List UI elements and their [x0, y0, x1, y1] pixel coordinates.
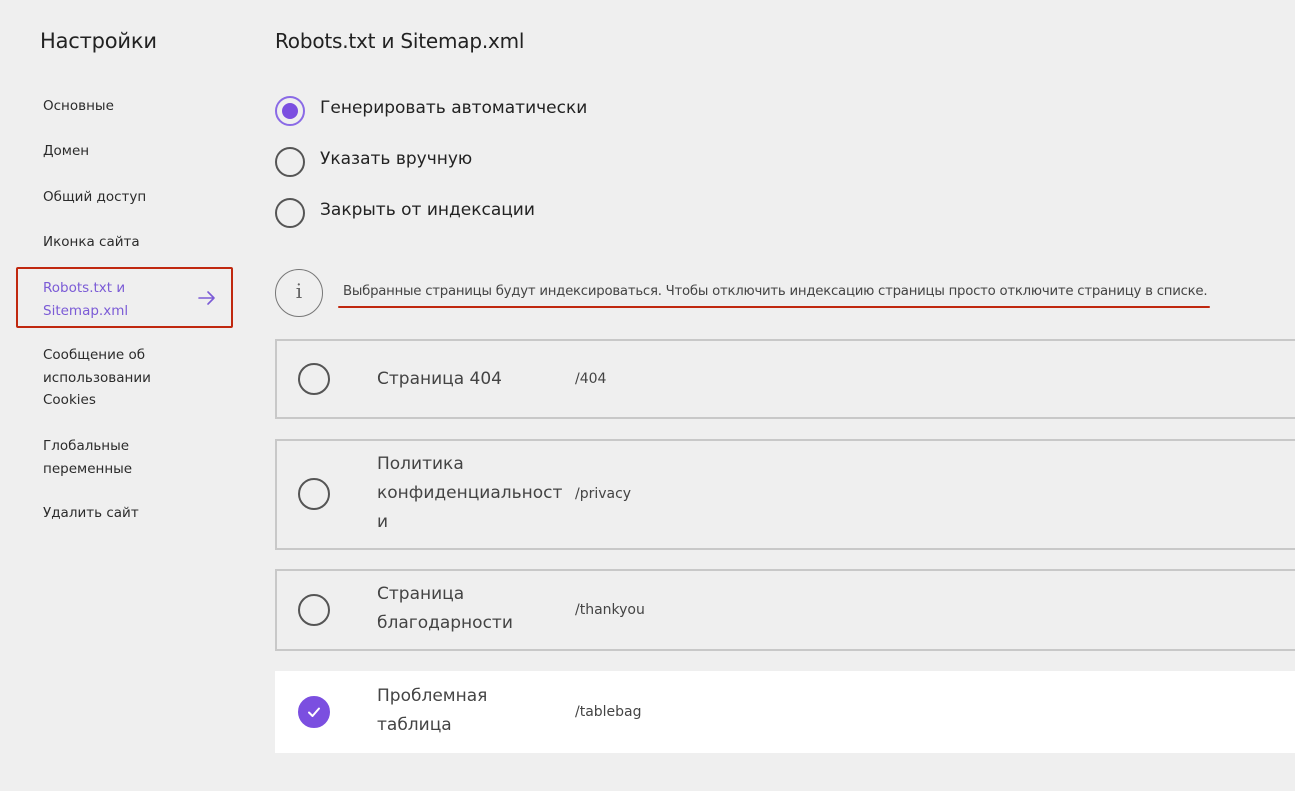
page-toggle[interactable] — [298, 696, 330, 728]
page-title-text: Проблемная таблица — [377, 686, 488, 735]
page-toggle[interactable] — [298, 478, 330, 510]
info-icon: i — [275, 269, 323, 317]
page-card-404: Страница 404 /404 — [275, 339, 1295, 419]
sidebar: Настройки Основные Домен Общий доступ Ик… — [0, 0, 250, 791]
info-underline — [338, 306, 1210, 308]
page-path: /404 — [575, 371, 607, 387]
active-item-highlight — [16, 267, 233, 328]
page-card-privacy: Политика конфиденциальност и /privacy — [275, 439, 1295, 550]
sidebar-item-basic[interactable]: Основные — [43, 95, 218, 118]
sidebar-item-global-vars[interactable]: Глобальные переменные — [43, 435, 143, 480]
page-card-thankyou: Страница благодарности /thankyou — [275, 569, 1295, 651]
sidebar-title: Настройки — [40, 29, 157, 53]
page-path: /privacy — [575, 486, 632, 502]
sidebar-item-domain[interactable]: Домен — [43, 140, 218, 163]
page-toggle[interactable] — [298, 594, 330, 626]
radio-button[interactable] — [275, 198, 305, 228]
radio-label: Закрыть от индексации — [320, 200, 535, 220]
page-title-text: Страница благодарности — [377, 584, 513, 633]
page-title-text: Политика конфиденциальност и — [377, 454, 563, 532]
radio-label: Указать вручную — [320, 149, 473, 169]
page-path: /thankyou — [575, 602, 645, 618]
radio-label: Генерировать автоматически — [320, 98, 588, 118]
page-toggle[interactable] — [298, 363, 330, 395]
sidebar-item-site-icon[interactable]: Иконка сайта — [43, 231, 218, 254]
sidebar-item-delete-site[interactable]: Удалить сайт — [43, 502, 218, 525]
checkmark-icon — [308, 707, 320, 717]
page-path: /tablebag — [575, 704, 642, 720]
page-card-tablebag: Проблемная таблица /tablebag — [275, 671, 1295, 753]
page-title-text: Страница 404 — [377, 369, 502, 389]
info-message: Выбранные страницы будут индексироваться… — [343, 284, 1208, 299]
sidebar-item-sharing[interactable]: Общий доступ — [43, 186, 218, 209]
page-title: Robots.txt и Sitemap.xml — [275, 29, 525, 53]
radio-button[interactable] — [275, 96, 305, 126]
sidebar-item-cookies[interactable]: Сообщение об использовании Cookies — [43, 344, 163, 412]
radio-button[interactable] — [275, 147, 305, 177]
